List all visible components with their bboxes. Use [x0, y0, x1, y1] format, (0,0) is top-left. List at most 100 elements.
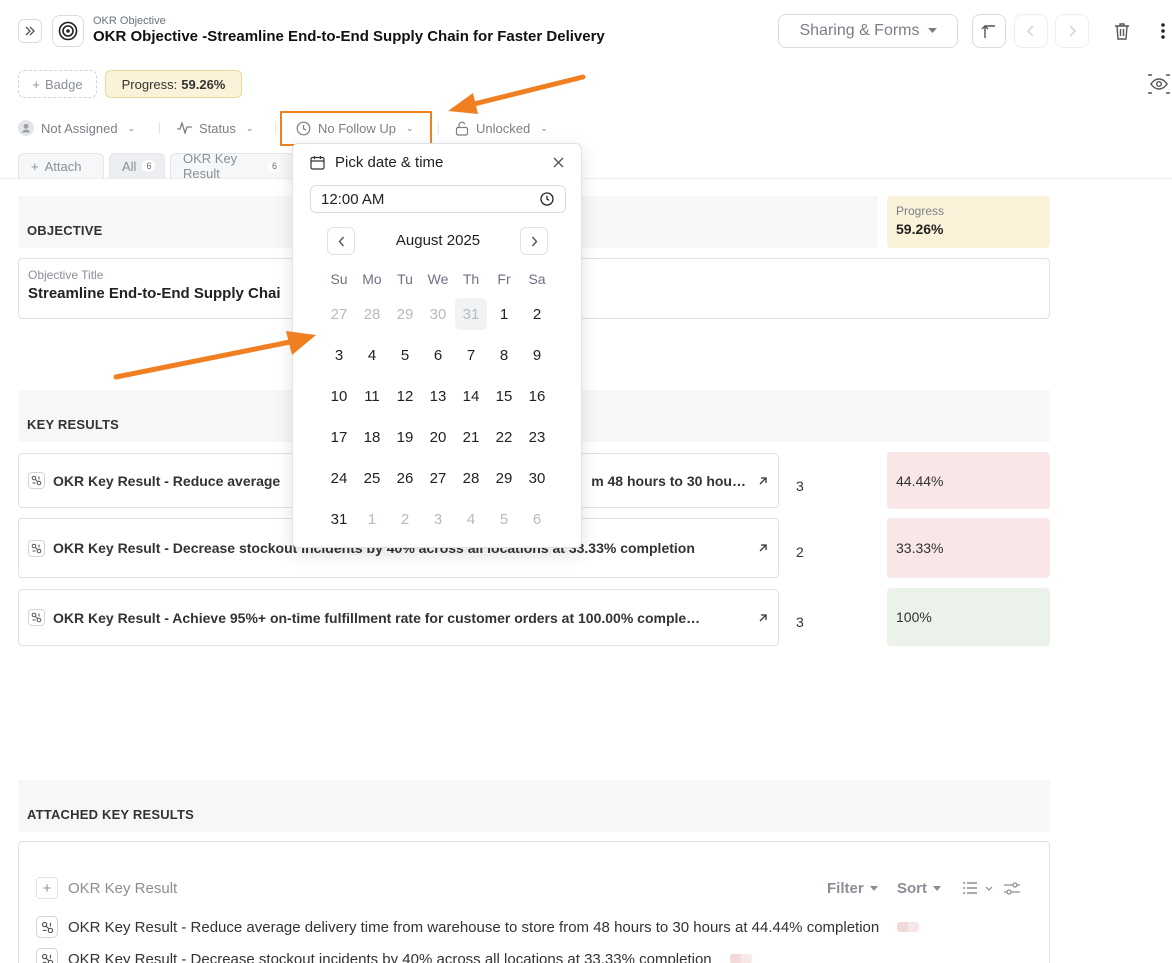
tab-okr-key-result[interactable]: OKR Key Result 6	[170, 151, 294, 181]
calendar-day[interactable]: 27	[422, 462, 454, 494]
attached-list-item[interactable]: OKR Key Result - Reduce average delivery…	[36, 916, 920, 938]
weekday-label: Mo	[362, 271, 382, 287]
calendar-day[interactable]: 19	[389, 421, 421, 453]
key-result-count: 3	[796, 478, 804, 494]
lock-label: Unlocked	[476, 120, 531, 136]
tab-all[interactable]: All 6	[109, 153, 165, 178]
expand-sidebar-button[interactable]	[18, 19, 42, 43]
calendar-day[interactable]: 11	[356, 380, 388, 412]
calendar-day[interactable]: 31	[323, 503, 355, 535]
tab-label: All	[122, 158, 137, 174]
lock-dropdown[interactable]: Unlocked ⌄	[455, 117, 548, 139]
follow-up-highlight	[280, 111, 432, 146]
open-external-icon[interactable]	[758, 476, 768, 486]
calendar-day[interactable]: 7	[455, 339, 487, 371]
key-result-icon	[28, 472, 45, 489]
calendar-day[interactable]: 2	[521, 298, 553, 330]
calendar-day[interactable]: 9	[521, 339, 553, 371]
calendar-day[interactable]: 26	[389, 462, 421, 494]
open-external-icon[interactable]	[758, 543, 768, 553]
calendar-day[interactable]: 28	[356, 298, 388, 330]
attached-panel	[18, 841, 1050, 963]
calendar-day[interactable]: 15	[488, 380, 520, 412]
trash-icon[interactable]	[1112, 21, 1132, 41]
add-key-result-label: OKR Key Result	[68, 879, 178, 897]
calendar-day[interactable]: 12	[389, 380, 421, 412]
open-external-icon[interactable]	[758, 613, 768, 623]
calendar-day[interactable]: 4	[356, 339, 388, 371]
calendar-day[interactable]: 20	[422, 421, 454, 453]
previous-month-button[interactable]	[327, 227, 355, 255]
next-month-button[interactable]	[520, 227, 548, 255]
calendar-day[interactable]: 17	[323, 421, 355, 453]
watch-eye-icon[interactable]	[1147, 73, 1171, 95]
objective-progress-card: Progress 59.26%	[887, 196, 1050, 248]
close-icon[interactable]	[550, 154, 566, 170]
calendar-day[interactable]: 30	[422, 298, 454, 330]
more-options-icon[interactable]	[1154, 21, 1172, 41]
calendar-day[interactable]: 22	[488, 421, 520, 453]
calendar-day[interactable]: 8	[488, 339, 520, 371]
weekday-label: Tu	[397, 271, 413, 287]
calendar-day[interactable]: 1	[488, 298, 520, 330]
calendar-day[interactable]: 14	[455, 380, 487, 412]
status-label: Status	[199, 120, 236, 136]
arrow-up-left-icon	[981, 23, 997, 39]
time-input[interactable]: 12:00 AM	[310, 185, 566, 213]
calendar-day[interactable]: 29	[389, 298, 421, 330]
key-result-title: OKR Key Result - Achieve 95%+ on-time fu…	[53, 609, 701, 626]
clock-icon[interactable]	[540, 192, 554, 206]
activity-pulse-icon	[177, 122, 192, 134]
calendar-day[interactable]: 28	[455, 462, 487, 494]
calendar-day[interactable]: 21	[455, 421, 487, 453]
calendar-day[interactable]: 30	[521, 462, 553, 494]
progress-label: Progress	[896, 204, 945, 218]
calendar-day[interactable]: 10	[323, 380, 355, 412]
calendar-day[interactable]: 5	[389, 339, 421, 371]
progress-badge: Progress: 59.26%	[105, 70, 242, 98]
assignee-dropdown[interactable]: Not Assigned ⌄	[18, 117, 135, 139]
caret-down-icon	[927, 28, 937, 34]
calendar-day[interactable]: 25	[356, 462, 388, 494]
filter-label: Filter	[827, 880, 864, 897]
chevron-down-icon: ⌄	[245, 122, 254, 133]
calendar-day[interactable]: 1	[356, 503, 388, 535]
status-dropdown[interactable]: Status ⌄	[177, 117, 253, 139]
calendar-day[interactable]: 5	[488, 503, 520, 535]
key-result-row[interactable]: OKR Key Result - Achieve 95%+ on-time fu…	[18, 589, 779, 646]
filter-button[interactable]: Filter	[827, 880, 878, 897]
calendar-day[interactable]: 31	[455, 298, 487, 330]
calendar-day[interactable]: 3	[323, 339, 355, 371]
calendar-day[interactable]: 27	[323, 298, 355, 330]
calendar-day[interactable]: 18	[356, 421, 388, 453]
calendar-day[interactable]: 6	[422, 339, 454, 371]
previous-button[interactable]	[1014, 14, 1048, 48]
sort-button[interactable]: Sort	[897, 880, 941, 897]
caret-down-icon	[869, 886, 878, 891]
calendar-day[interactable]: 23	[521, 421, 553, 453]
chevron-down-icon: ⌄	[127, 122, 136, 133]
calendar-day[interactable]: 2	[389, 503, 421, 535]
calendar-day[interactable]: 29	[488, 462, 520, 494]
calendar-day[interactable]: 3	[422, 503, 454, 535]
add-key-result-button[interactable]: + OKR Key Result	[36, 877, 177, 899]
settings-sliders-icon[interactable]	[1004, 881, 1020, 896]
attached-list-item[interactable]: OKR Key Result - Decrease stockout incid…	[36, 948, 752, 963]
tab-label: OKR Key Result	[183, 151, 238, 181]
key-result-title: OKR Key Result - Reduce average	[53, 472, 281, 489]
breadcrumb[interactable]: OKR Objective	[93, 15, 166, 27]
calendar-day[interactable]: 6	[521, 503, 553, 535]
sharing-forms-button[interactable]: Sharing & Forms	[778, 14, 958, 48]
calendar-day[interactable]: 24	[323, 462, 355, 494]
go-to-parent-button[interactable]	[972, 14, 1006, 48]
calendar-day[interactable]: 16	[521, 380, 553, 412]
calendar-day[interactable]: 13	[422, 380, 454, 412]
attach-button[interactable]: + Attach	[18, 153, 104, 178]
next-button[interactable]	[1055, 14, 1089, 48]
progress-badge-label: Progress:	[121, 76, 178, 92]
chevron-down-icon: ⌄	[540, 122, 548, 133]
view-options-button[interactable]	[963, 882, 993, 894]
calendar-day[interactable]: 4	[455, 503, 487, 535]
add-badge-button[interactable]: + Badge	[18, 70, 97, 98]
chevron-right-icon	[1067, 24, 1077, 38]
